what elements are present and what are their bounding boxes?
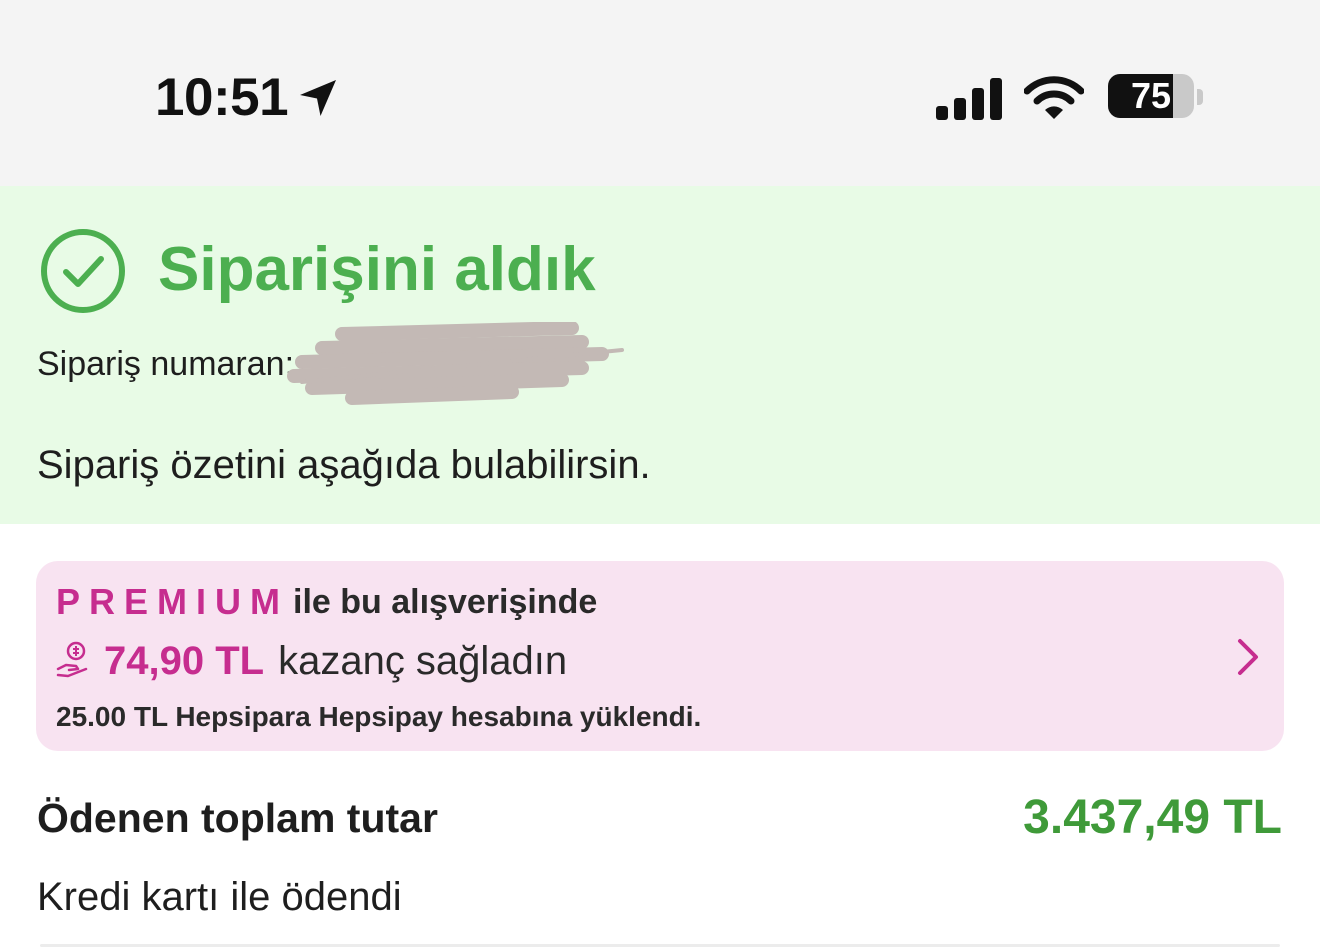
hand-coin-icon <box>56 641 88 678</box>
check-circle-icon <box>41 229 125 313</box>
order-summary-text: Sipariş özetini aşağıda bulabilirsin. <box>37 443 651 487</box>
status-bar: 10:51 75 <box>0 0 1320 186</box>
status-icons: 75 <box>936 72 1204 124</box>
premium-savings-row: 74,90 TL kazanç sağladın <box>56 635 567 687</box>
premium-heading-text: ile bu alışverişinde <box>293 582 598 621</box>
hepsipara-note: 25.00 TL Hepsipara Hepsipay hesabına yük… <box>56 701 702 732</box>
total-paid-label: Ödenen toplam tutar <box>37 795 438 841</box>
order-number-label: Sipariş numaran: <box>37 345 295 383</box>
order-success-banner: Siparişini aldık Sipariş numaran: Sipari… <box>0 186 1320 524</box>
status-time: 10:51 <box>155 68 289 127</box>
redaction-scribble <box>287 322 624 405</box>
battery-icon: 75 <box>1108 74 1204 122</box>
premium-logo: PREMIUM <box>56 581 289 622</box>
battery-percentage: 75 <box>1130 75 1172 116</box>
total-paid-amount: 3.437,49 TL <box>1023 791 1282 844</box>
savings-text: kazanç sağladın <box>278 638 568 683</box>
chevron-right-icon[interactable] <box>1234 635 1262 679</box>
cellular-signal-icon <box>936 78 1002 120</box>
location-arrow-icon <box>296 76 340 120</box>
premium-heading: PREMIUM ile bu alışverişinde <box>56 581 597 623</box>
battery-cap <box>1197 89 1203 105</box>
section-divider <box>40 944 1280 947</box>
order-confirmation-screen: 10:51 75 Siparişini aldık Sipariş numara… <box>0 0 1320 949</box>
payment-method-text: Kredi kartı ile ödendi <box>37 875 402 919</box>
wifi-icon <box>1024 76 1084 119</box>
order-success-title: Siparişini aldık <box>158 235 596 304</box>
savings-amount: 74,90 TL <box>104 638 265 683</box>
clock-group: 10:51 <box>155 66 340 130</box>
premium-savings-card[interactable]: PREMIUM ile bu alışverişinde 74,90 TL ka… <box>36 561 1284 751</box>
battery-body: 75 <box>1108 74 1194 118</box>
